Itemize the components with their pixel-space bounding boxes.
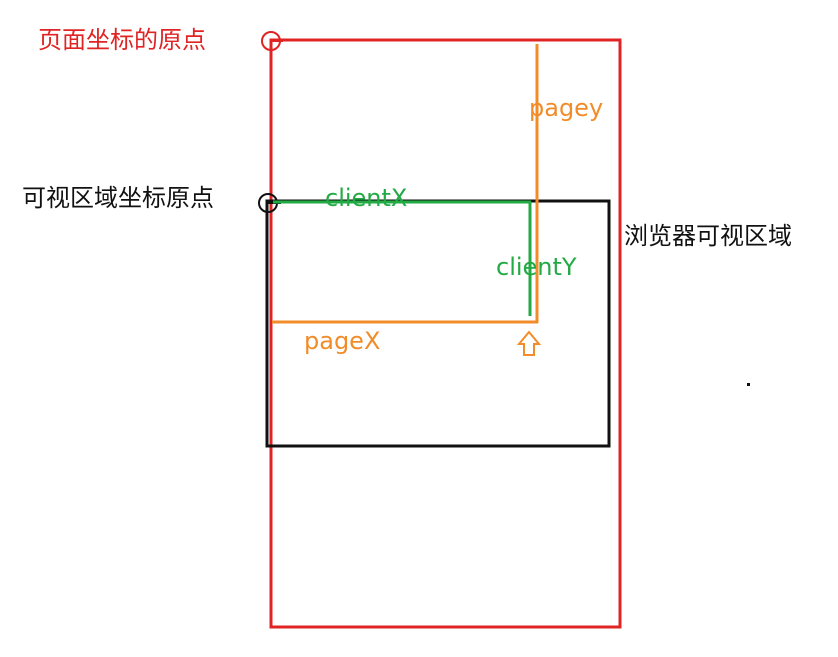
clientx-label: clientX [325,184,408,212]
clienty-label: clientY [496,253,577,281]
up-arrow-icon [516,330,542,356]
coordinate-diagram [258,31,750,629]
pagey-label: pagey [529,94,604,122]
viewport-origin-label: 可视区域坐标原点 [22,184,214,212]
pagex-label: pageX [304,327,381,355]
viewport-label: 浏览器可视区域 [624,222,792,250]
page-origin-label: 页面坐标的原点 [38,26,206,54]
stray-dot [747,383,750,386]
